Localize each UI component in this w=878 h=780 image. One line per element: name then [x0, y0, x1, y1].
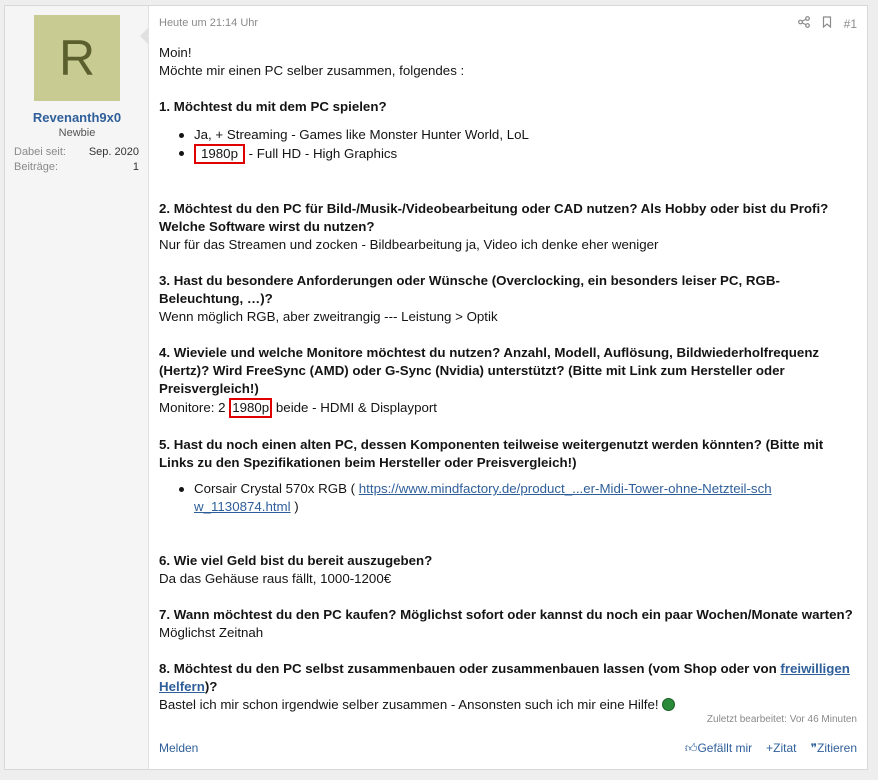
stat-joined: Dabei seit: Sep. 2020	[14, 146, 139, 158]
list-item: 1980p - Full HD - High Graphics	[176, 144, 859, 164]
answer-7: Möglichst Zeitnah	[159, 625, 264, 640]
intro: Möchte mir einen PC selber zusammen, fol…	[159, 63, 465, 78]
answer-2: Nur für das Streamen und zocken - Bildbe…	[159, 237, 659, 252]
quote-button[interactable]: ❞Zitieren	[811, 741, 857, 756]
post-actions: 👍︎Gefällt mir +Zitat ❞Zitieren	[685, 741, 857, 756]
stat-label: Beiträge:	[14, 161, 59, 173]
like-label: Gefällt mir	[697, 741, 753, 755]
post-header: Heute um 21:14 Uhr #1	[159, 16, 857, 32]
avatar[interactable]: R	[34, 15, 120, 101]
like-button[interactable]: 👍︎Gefällt mir	[685, 741, 752, 756]
list-item: Corsair Crystal 570x RGB ( https://www.m…	[176, 480, 776, 516]
answer-5-post: )	[290, 499, 299, 514]
report-link[interactable]: Melden	[159, 741, 198, 755]
question-2: 2. Möchtest du den PC für Bild-/Musik-/V…	[159, 201, 829, 234]
stat-posts: Beiträge: 1	[14, 161, 139, 173]
question-5: 5. Hast du noch einen alten PC, dessen K…	[159, 437, 824, 470]
question-1: 1. Möchtest du mit dem PC spielen?	[159, 99, 387, 114]
answer-5-pre: Corsair Crystal 570x RGB (	[194, 481, 359, 496]
answer-1-list: Ja, + Streaming - Games like Monster Hun…	[176, 126, 859, 164]
highlight-box: 1980p	[194, 144, 245, 164]
smiley-emoji-icon	[662, 698, 676, 711]
post-container: R Revenanth9x0 Newbie Dabei seit: Sep. 2…	[4, 5, 868, 770]
user-title: Newbie	[58, 127, 96, 139]
post-date[interactable]: Heute um 21:14 Uhr	[159, 17, 258, 29]
highlight-box: 1980p	[229, 398, 273, 418]
bookmark-icon[interactable]	[822, 16, 832, 31]
list-item: Ja, + Streaming - Games like Monster Hun…	[176, 126, 859, 144]
quote-label: Zitieren	[816, 741, 857, 755]
answer-4-pre: Monitore: 2	[159, 400, 230, 415]
answer-8-text: Bastel ich mir schon irgendwie selber zu…	[159, 697, 659, 712]
user-info-panel: R Revenanth9x0 Newbie Dabei seit: Sep. 2…	[5, 6, 156, 769]
stat-value: Sep. 2020	[88, 146, 139, 158]
stat-label: Dabei seit:	[14, 146, 66, 158]
question-6: 6. Wie viel Geld bist du bereit auszugeb…	[159, 553, 433, 568]
answer-5-list: Corsair Crystal 570x RGB ( https://www.m…	[176, 480, 859, 516]
answer-4: Monitore: 2 1980p beide - HDMI & Display…	[159, 398, 859, 418]
username-link[interactable]: Revenanth9x0	[5, 110, 149, 125]
question-3: 3. Hast du besondere Anforderungen oder …	[159, 273, 780, 306]
post-body: Moin! Möchte mir einen PC selber zusamme…	[159, 44, 859, 714]
question-8-post: )?	[204, 679, 218, 694]
question-7: 7. Wann möchtest du den PC kaufen? Mögli…	[159, 607, 853, 622]
stat-value: 1	[132, 161, 139, 173]
question-8: 8. Möchtest du den PC selbst zusammenbau…	[159, 660, 859, 696]
greeting: Moin!	[159, 45, 192, 60]
quote-add-label: Zitat	[773, 741, 797, 755]
quote-add-button[interactable]: +Zitat	[766, 741, 796, 756]
post-main: Heute um 21:14 Uhr #1 Moin! Möchte mir e…	[150, 6, 867, 769]
share-icon[interactable]	[797, 16, 810, 31]
list-item-text: - Full HD - High Graphics	[244, 146, 398, 161]
post-header-icons: #1	[797, 16, 857, 31]
question-8-pre: 8. Möchtest du den PC selbst zusammenbau…	[159, 661, 781, 676]
last-edited: Zuletzt bearbeitet: Vor 46 Minuten	[706, 714, 857, 725]
answer-6: Da das Gehäuse raus fällt, 1000-1200€	[159, 571, 392, 586]
thumbs-up-icon: 👍︎	[684, 741, 698, 755]
question-4: 4. Wieviele und welche Monitore möchtest…	[159, 345, 820, 396]
post-number[interactable]: #1	[844, 17, 857, 31]
answer-4-post: beide - HDMI & Displayport	[272, 400, 437, 415]
answer-3: Wenn möglich RGB, aber zweitrangig --- L…	[159, 309, 498, 324]
answer-8: Bastel ich mir schon irgendwie selber zu…	[159, 696, 859, 714]
